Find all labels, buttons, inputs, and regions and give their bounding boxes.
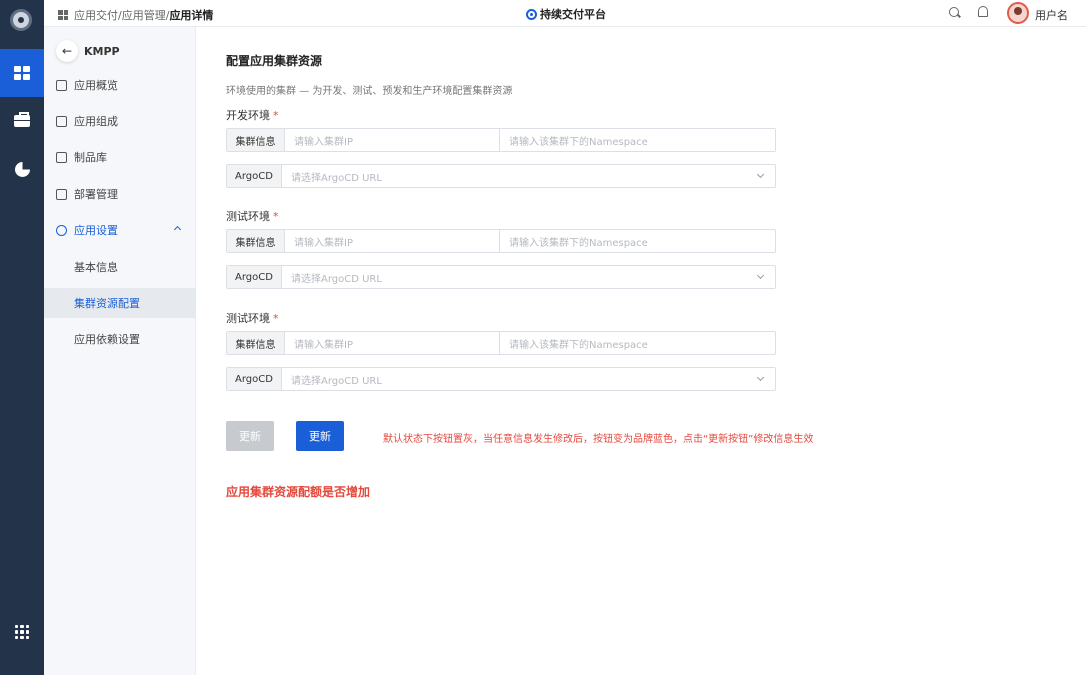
breadcrumb: 应用交付/ 应用管理/ 应用详情 — [58, 7, 213, 23]
map-icon — [56, 79, 67, 91]
namespace-input[interactable]: 请输入该集群下的Namespace — [500, 129, 775, 151]
breadcrumb-app-management[interactable]: 应用管理/ — [122, 7, 170, 23]
rail-item-all-apps[interactable] — [0, 608, 44, 656]
sidebar-item-label: 应用概览 — [74, 79, 118, 92]
cluster-info-addon: 集群信息 — [227, 230, 285, 252]
chevron-up-icon — [173, 225, 182, 234]
sidebar-subitem-basic-info[interactable]: 基本信息 — [44, 252, 196, 282]
platform-icon — [526, 8, 537, 20]
annotation-note: 默认状态下按钮置灰，当任意信息发生修改后，按钮变为品牌蓝色，点击“更新按钮”修改… — [383, 434, 814, 445]
argocd-addon: ArgoCD — [227, 368, 282, 390]
sidebar-subitem-label: 集群资源配置 — [74, 297, 140, 310]
argocd-url-placeholder: 请选择ArgoCD URL — [291, 273, 382, 285]
required-mark: * — [273, 109, 279, 122]
argocd-group-test: ArgoCD 请选择ArgoCD URL — [226, 265, 776, 289]
app-sidebar: ← KMPP 应用概览 应用组成 制品库 部署管理 应用设置 基本信息 集群资源… — [44, 27, 196, 675]
sidebar-subitem-label: 应用依赖设置 — [74, 333, 140, 346]
argocd-group-test-2: ArgoCD 请选择ArgoCD URL — [226, 367, 776, 391]
sidebar-subitem-cluster-resources[interactable]: 集群资源配置 — [44, 288, 196, 318]
env-label-text: 测试环境 — [226, 210, 270, 223]
argocd-group-dev: ArgoCD 请选择ArgoCD URL — [226, 164, 776, 188]
breadcrumb-app-delivery[interactable]: 应用交付/ — [74, 7, 122, 23]
update-button-disabled[interactable]: 更新 — [226, 421, 274, 451]
inbox-icon — [56, 151, 67, 163]
sidebar-item-label: 制品库 — [74, 151, 107, 164]
cluster-info-addon: 集群信息 — [227, 332, 285, 354]
cluster-info-group-test-2: 集群信息 请输入集群IP 请输入该集群下的Namespace — [226, 331, 776, 355]
global-rail — [0, 0, 44, 675]
env-label-text: 开发环境 — [226, 109, 270, 122]
sidebar-item-label: 应用组成 — [74, 115, 118, 128]
search-icon[interactable] — [949, 7, 959, 17]
cluster-ip-input[interactable]: 请输入集群IP — [285, 230, 500, 252]
argocd-url-select[interactable]: 请选择ArgoCD URL — [282, 368, 775, 390]
rail-item-tools[interactable] — [0, 97, 44, 145]
annotation-question: 应用集群资源配额是否增加 — [226, 485, 371, 499]
grid-icon — [14, 66, 30, 80]
env-label-dev: 开发环境 * — [226, 107, 279, 123]
argocd-addon: ArgoCD — [227, 165, 282, 187]
platform-logo-icon[interactable] — [10, 9, 32, 31]
argocd-addon: ArgoCD — [227, 266, 282, 288]
rail-item-stats[interactable] — [0, 145, 44, 193]
components-icon — [56, 115, 67, 127]
argocd-url-placeholder: 请选择ArgoCD URL — [291, 172, 382, 184]
sidebar-item-artifacts[interactable]: 制品库 — [44, 142, 196, 172]
cluster-ip-input[interactable]: 请输入集群IP — [285, 332, 500, 354]
argocd-url-select[interactable]: 请选择ArgoCD URL — [282, 165, 775, 187]
cluster-info-group-dev: 集群信息 请输入集群IP 请输入该集群下的Namespace — [226, 128, 776, 152]
namespace-input[interactable]: 请输入该集群下的Namespace — [500, 230, 775, 252]
apps-icon — [58, 10, 68, 20]
env-label-test-2: 测试环境 * — [226, 310, 279, 326]
rail-item-apps[interactable] — [0, 49, 44, 97]
user-name[interactable]: 用户名 — [1035, 7, 1068, 23]
pie-chart-icon — [14, 161, 30, 177]
platform-name: 持续交付平台 — [540, 8, 606, 21]
avatar[interactable] — [1007, 2, 1029, 24]
bell-icon[interactable] — [978, 6, 988, 17]
cluster-info-addon: 集群信息 — [227, 129, 285, 151]
env-label-test: 测试环境 * — [226, 208, 279, 224]
rocket-icon — [56, 188, 67, 200]
sidebar-subitem-label: 基本信息 — [74, 261, 118, 274]
env-label-text: 测试环境 — [226, 312, 270, 325]
sidebar-item-composition[interactable]: 应用组成 — [44, 106, 196, 136]
arrow-left-icon: ← — [61, 44, 73, 58]
namespace-input[interactable]: 请输入该集群下的Namespace — [500, 332, 775, 354]
update-button[interactable]: 更新 — [296, 421, 344, 451]
breadcrumb-current: 应用详情 — [169, 9, 214, 22]
sidebar-subitem-dependencies[interactable]: 应用依赖设置 — [44, 324, 196, 354]
cluster-ip-input[interactable]: 请输入集群IP — [285, 129, 500, 151]
sidebar-item-label: 应用设置 — [74, 224, 118, 237]
page-description: 环境使用的集群 — 为开发、测试、预发和生产环境配置集群资源 — [226, 86, 513, 97]
argocd-url-placeholder: 请选择ArgoCD URL — [291, 375, 382, 387]
sidebar-item-settings[interactable]: 应用设置 — [44, 215, 196, 245]
required-mark: * — [273, 210, 279, 223]
sidebar-item-overview[interactable]: 应用概览 — [44, 70, 196, 100]
settings-icon — [56, 224, 67, 236]
apps-icon — [15, 625, 29, 639]
toolbox-icon — [14, 112, 30, 127]
back-button[interactable]: ← — [56, 40, 78, 62]
sidebar-item-deploy[interactable]: 部署管理 — [44, 179, 196, 209]
platform-title: 持续交付平台 — [526, 6, 606, 22]
top-bar: 应用交付/ 应用管理/ 应用详情 持续交付平台 用户名 — [44, 0, 1086, 27]
main-content: 配置应用集群资源 环境使用的集群 — 为开发、测试、预发和生产环境配置集群资源 … — [196, 27, 1086, 675]
cluster-info-group-test: 集群信息 请输入集群IP 请输入该集群下的Namespace — [226, 229, 776, 253]
required-mark: * — [273, 312, 279, 325]
argocd-url-select[interactable]: 请选择ArgoCD URL — [282, 266, 775, 288]
sidebar-item-label: 部署管理 — [74, 188, 118, 201]
project-name: KMPP — [84, 45, 120, 58]
page-title: 配置应用集群资源 — [226, 54, 323, 68]
